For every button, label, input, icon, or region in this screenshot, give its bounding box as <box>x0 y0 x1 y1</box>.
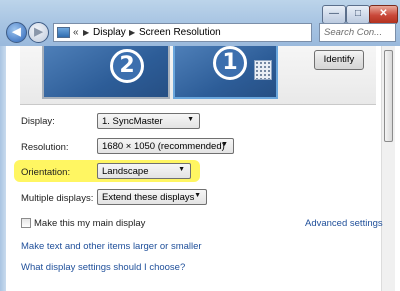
monitor-1[interactable]: 1 <box>173 46 278 99</box>
scrollbar-thumb[interactable] <box>384 50 393 142</box>
control-panel-icon <box>57 27 70 38</box>
resolution-select-value: 1680 × 1050 (recommended) <box>102 141 225 152</box>
breadcrumb-arrow-icon[interactable]: ▶ <box>129 28 135 37</box>
vertical-scrollbar[interactable] <box>381 46 395 291</box>
chevron-down-icon: ▼ <box>187 116 194 123</box>
multiple-displays-select-value: Extend these displays <box>102 192 195 203</box>
monitor-number-1: 1 <box>213 46 247 80</box>
calculator-icon <box>254 60 272 80</box>
minimize-button[interactable]: — <box>322 5 346 24</box>
monitor-number-2: 2 <box>110 49 144 83</box>
text-size-link[interactable]: Make text and other items larger or smal… <box>21 241 202 252</box>
display-select-value: 1. SyncMaster <box>102 116 163 127</box>
identify-button[interactable]: Identify <box>314 50 364 70</box>
breadcrumb-display[interactable]: Display <box>93 27 126 38</box>
display-select[interactable]: 1. SyncMaster ▼ <box>97 113 200 129</box>
main-display-checkbox[interactable] <box>21 218 31 228</box>
display-help-link[interactable]: What display settings should I choose? <box>21 262 185 273</box>
close-button[interactable]: ✕ <box>369 5 398 24</box>
resolution-label: Resolution: <box>21 142 69 153</box>
breadcrumb-arrow-icon[interactable]: ▶ <box>83 28 89 37</box>
main-display-label[interactable]: Make this my main display <box>34 218 145 229</box>
window-frame <box>0 46 6 291</box>
resolution-select[interactable]: 1680 × 1050 (recommended) ▼ <box>97 138 234 154</box>
maximize-button[interactable]: □ <box>346 5 370 24</box>
chevron-down-icon: ▼ <box>221 141 228 148</box>
orientation-select-value: Landscape <box>102 166 149 177</box>
search-box[interactable]: Search Con... <box>319 23 396 42</box>
title-bar: — □ ✕ ◀ ▶ « ▶ Display ▶ Screen Resolutio… <box>0 0 400 46</box>
forward-button[interactable]: ▶ <box>28 22 49 43</box>
display-label: Display: <box>21 116 55 127</box>
chevron-down-icon: ▼ <box>194 192 201 199</box>
monitor-2[interactable]: 2 <box>42 46 170 99</box>
search-placeholder: Search Con... <box>324 27 383 38</box>
chevron-down-icon: ▼ <box>178 166 185 173</box>
multiple-displays-label: Multiple displays: <box>21 193 94 204</box>
breadcrumb-screen-resolution[interactable]: Screen Resolution <box>139 27 221 38</box>
orientation-select[interactable]: Landscape ▼ <box>97 163 191 179</box>
breadcrumb-overflow[interactable]: « <box>73 27 79 38</box>
multiple-displays-select[interactable]: Extend these displays ▼ <box>97 189 207 205</box>
advanced-settings-link[interactable]: Advanced settings <box>305 218 383 229</box>
address-bar[interactable]: « ▶ Display ▶ Screen Resolution <box>53 23 312 42</box>
orientation-label: Orientation: <box>21 167 71 178</box>
back-button[interactable]: ◀ <box>6 22 27 43</box>
